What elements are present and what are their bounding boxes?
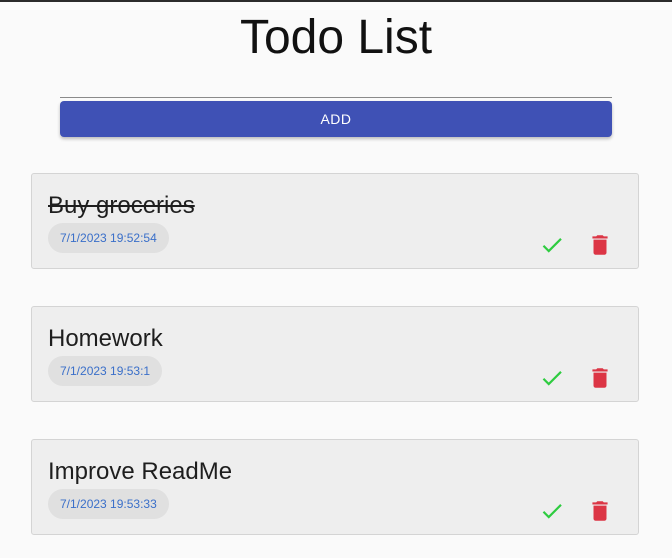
todo-text: Improve ReadMe [48,458,233,485]
complete-button[interactable] [539,232,565,258]
add-button[interactable]: ADD [60,101,612,137]
trash-icon [592,501,608,521]
todo-timestamp-chip: 7/1/2023 19:53:33 [48,489,169,519]
delete-button[interactable] [587,232,613,258]
check-icon [542,504,562,519]
check-icon [542,371,562,386]
complete-button[interactable] [539,498,565,524]
todo-item: Buy groceries 7/1/2023 19:52:54 [31,173,639,269]
todo-timestamp-chip: 7/1/2023 19:52:54 [48,223,169,253]
delete-button[interactable] [587,498,613,524]
todo-item: Homework 7/1/2023 19:53:1 [31,306,639,402]
todo-timestamp-chip: 7/1/2023 19:53:1 [48,356,163,386]
trash-icon [592,368,608,388]
page-title: Todo List [239,11,433,64]
trash-icon [592,235,608,255]
todo-input[interactable] [60,97,612,98]
complete-button[interactable] [539,365,565,391]
delete-button[interactable] [587,365,613,391]
todo-text: Homework [48,325,163,352]
todo-item: Improve ReadMe 7/1/2023 19:53:33 [31,439,639,535]
todo-text: Buy groceries [48,192,195,219]
check-icon [542,238,562,253]
